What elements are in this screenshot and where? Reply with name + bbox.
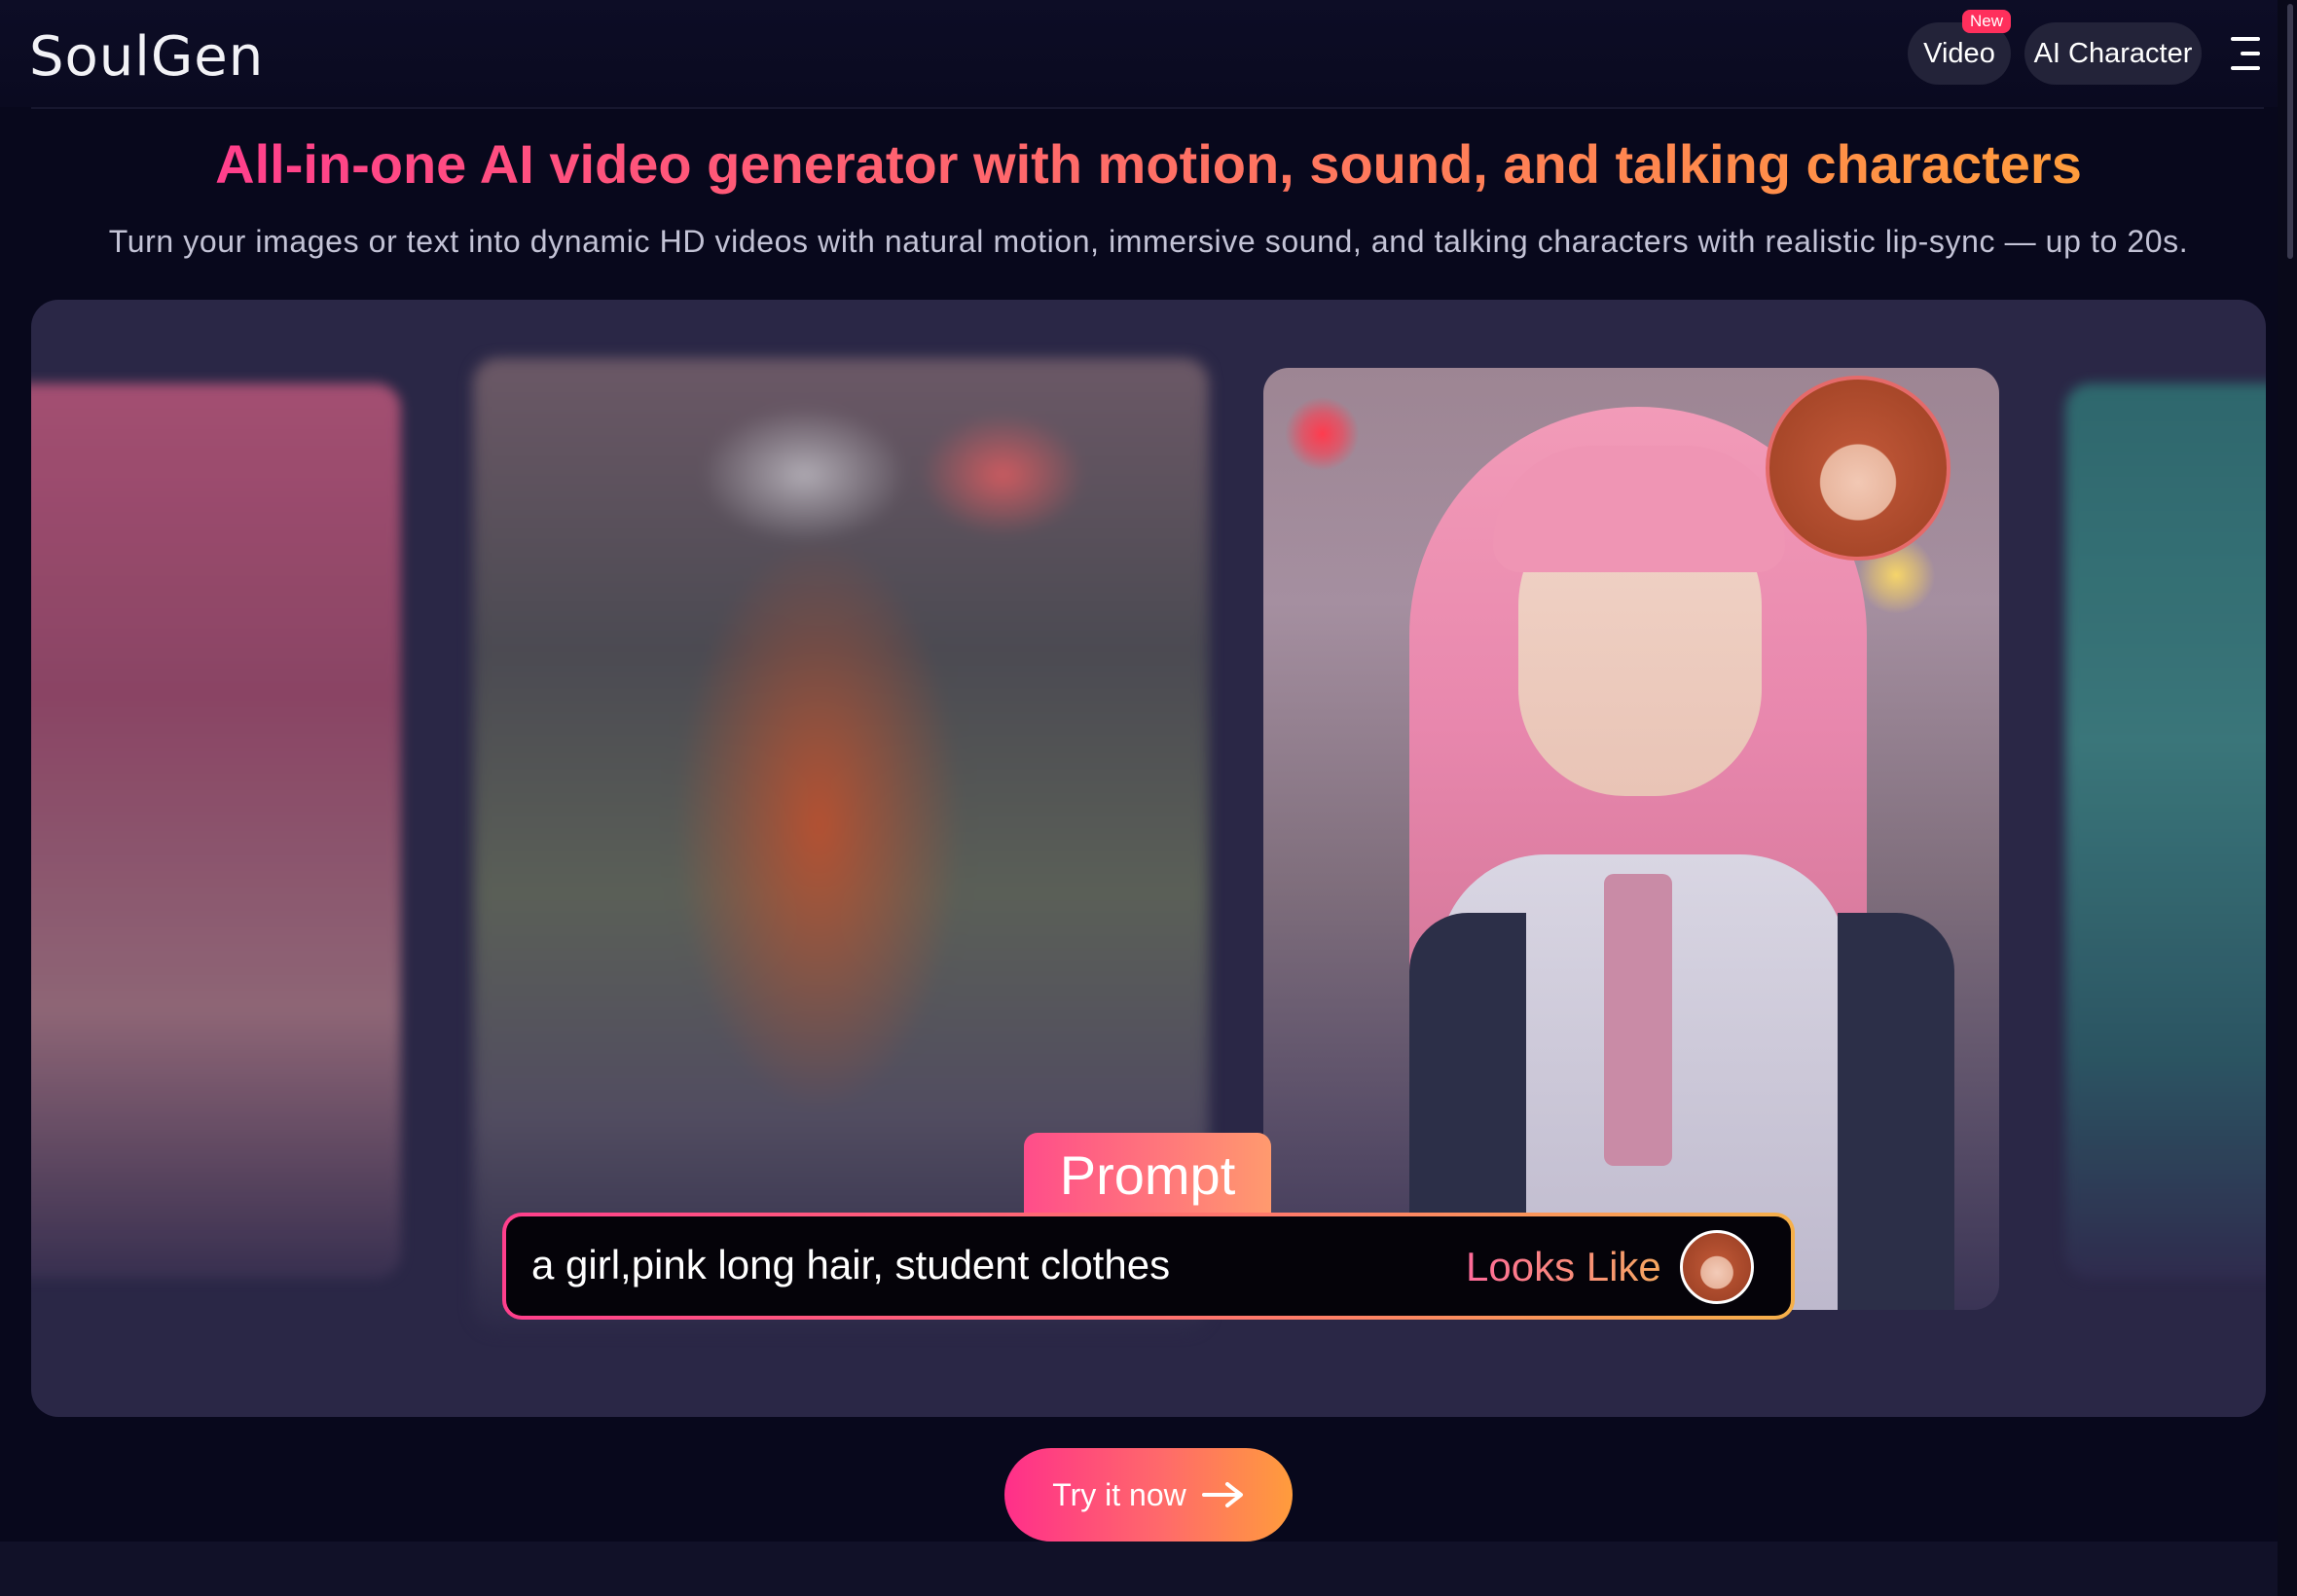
nav-video-label: Video bbox=[1923, 37, 1995, 69]
scrollbar-thumb[interactable] bbox=[2287, 4, 2293, 259]
cta-label: Try it now bbox=[1052, 1476, 1186, 1512]
looks-like-avatar bbox=[1680, 1230, 1754, 1304]
prompt-tab: Prompt bbox=[1024, 1133, 1271, 1216]
character-bangs bbox=[1493, 446, 1785, 572]
prompt-box: a girl,pink long hair, student clothes L… bbox=[502, 1213, 1795, 1320]
logo[interactable]: SoulGen bbox=[29, 25, 264, 89]
nav-ai-character-label: AI Character bbox=[2033, 37, 2193, 69]
character-jacket-right bbox=[1838, 913, 1954, 1310]
new-badge: New bbox=[1962, 10, 2012, 33]
sample-card-far-left[interactable] bbox=[31, 383, 401, 1279]
prompt-box-inner: a girl,pink long hair, student clothes L… bbox=[506, 1216, 1791, 1316]
try-it-now-button[interactable]: Try it now bbox=[1004, 1448, 1293, 1542]
arrow-right-icon bbox=[1201, 1482, 1243, 1507]
next-section-edge bbox=[0, 1542, 2278, 1596]
character-tie bbox=[1604, 874, 1672, 1166]
page-title: All-in-one AI video generator with motio… bbox=[0, 132, 2297, 196]
page-subtitle: Turn your images or text into dynamic HD… bbox=[108, 224, 2189, 259]
hamburger-menu-icon[interactable] bbox=[2227, 37, 2260, 72]
headline-text: All-in-one AI video generator with motio… bbox=[215, 133, 2082, 195]
looks-like-label: Looks Like bbox=[1466, 1244, 1661, 1289]
sample-card-far-right[interactable] bbox=[2065, 383, 2266, 1279]
header-divider bbox=[31, 107, 2264, 109]
nav-ai-character-button[interactable]: AI Character bbox=[2024, 22, 2202, 85]
reference-avatar bbox=[1766, 376, 1951, 561]
prompt-text: a girl,pink long hair, student clothes bbox=[531, 1242, 1171, 1288]
